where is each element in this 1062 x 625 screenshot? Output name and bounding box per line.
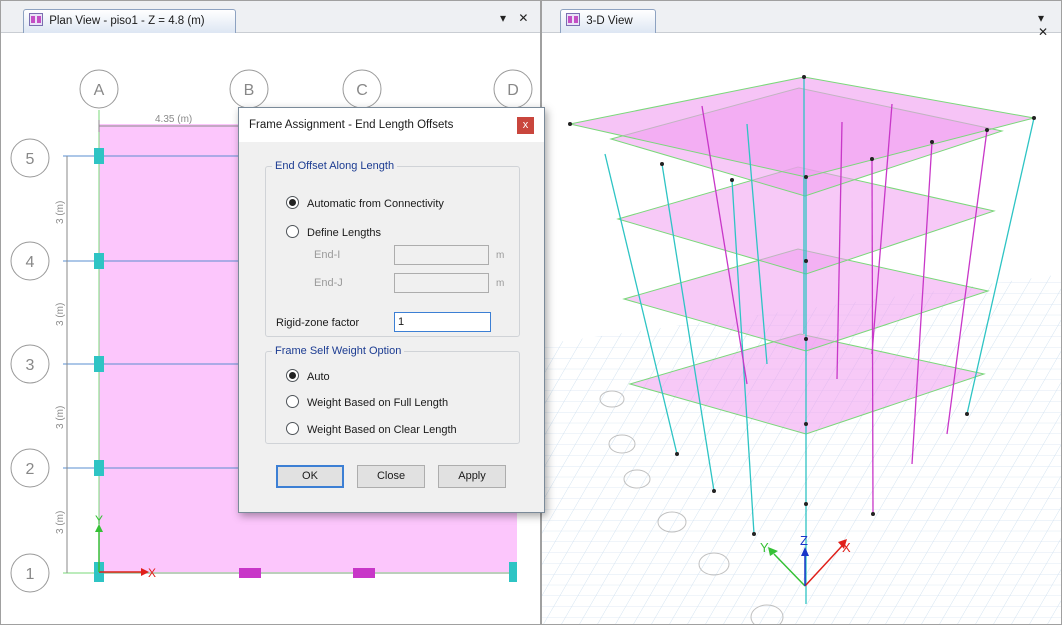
column xyxy=(509,562,517,582)
chevron-down-icon[interactable]: ▾ xyxy=(1038,11,1044,25)
apply-button[interactable]: Apply xyxy=(438,465,506,488)
3d-view-tab-title: 3-D View xyxy=(586,15,633,27)
end-j-label: End-J xyxy=(314,277,343,289)
close-button[interactable]: Close xyxy=(357,465,425,488)
dimension-label-y-3: 3 (m) xyxy=(55,406,66,429)
plan-axis-x-label: X xyxy=(148,566,156,580)
3d-view-pane[interactable]: 3-D View ▾ ✕ X Y Z xyxy=(541,0,1062,625)
svg-text:2: 2 xyxy=(26,461,35,478)
plan-view-window-controls: ▾ ✕ xyxy=(491,11,528,25)
beam xyxy=(353,568,375,578)
rigid-zone-factor-label: Rigid-zone factor xyxy=(276,317,360,329)
grid-bubble-2[interactable]: 2 xyxy=(10,448,50,488)
end-offset-group: End Offset Along Length Automatic from C… xyxy=(265,160,520,337)
slab-level-5 xyxy=(569,76,1035,178)
svg-text:5: 5 xyxy=(26,151,35,168)
radio-weight-auto[interactable]: Auto xyxy=(286,369,330,385)
radio-label: Automatic from Connectivity xyxy=(307,198,444,210)
dialog-close-button[interactable]: x xyxy=(517,117,534,134)
close-icon[interactable]: ✕ xyxy=(518,11,528,25)
dialog-title-bar[interactable]: Frame Assignment - End Length Offsets x xyxy=(239,108,544,142)
svg-text:A: A xyxy=(94,82,105,99)
beam xyxy=(239,568,261,578)
3d-axis-z-label: Z xyxy=(800,533,808,548)
3d-axis-x-label: X xyxy=(842,540,851,555)
radio-indicator[interactable] xyxy=(286,395,299,408)
chevron-down-icon[interactable]: ▾ xyxy=(500,11,506,25)
radio-indicator[interactable] xyxy=(286,196,299,209)
plan-axis-y-label: Y xyxy=(95,513,103,527)
radio-indicator[interactable] xyxy=(286,225,299,238)
grid-bubble-1[interactable]: 1 xyxy=(10,553,50,593)
radio-indicator[interactable] xyxy=(286,369,299,382)
radio-label: Weight Based on Clear Length xyxy=(307,424,457,436)
plan-view-tab[interactable]: Plan View - piso1 - Z = 4.8 (m) xyxy=(23,9,236,33)
plan-view-tabbar: Plan View - piso1 - Z = 4.8 (m) ▾ ✕ xyxy=(1,1,540,33)
grid-bubble-5[interactable]: 5 xyxy=(10,138,50,178)
ok-button[interactable]: OK xyxy=(276,465,344,488)
column xyxy=(94,253,104,269)
svg-text:B: B xyxy=(244,82,255,99)
3d-view-icon xyxy=(566,13,580,26)
radio-automatic-from-connectivity[interactable]: Automatic from Connectivity xyxy=(286,196,444,212)
3d-axis-y-label: Y xyxy=(760,540,769,555)
plan-view-icon xyxy=(29,13,43,26)
end-i-unit: m xyxy=(496,250,505,261)
3d-view-tabbar: 3-D View ▾ ✕ xyxy=(542,1,1061,39)
3d-view-tab[interactable]: 3-D View xyxy=(560,9,656,33)
svg-text:3: 3 xyxy=(26,357,35,374)
svg-text:1: 1 xyxy=(26,566,35,583)
svg-text:4: 4 xyxy=(26,254,35,271)
end-j-unit: m xyxy=(496,278,505,289)
dimension-label-y-4: 3 (m) xyxy=(55,511,66,534)
end-i-label: End-I xyxy=(314,249,341,261)
end-j-field[interactable] xyxy=(394,273,489,293)
column xyxy=(94,356,104,372)
dimension-label-y-1: 3 (m) xyxy=(55,201,66,224)
svg-text:D: D xyxy=(507,82,519,99)
grid-bubble-d[interactable]: D xyxy=(493,69,533,109)
end-i-field[interactable] xyxy=(394,245,489,265)
radio-weight-clear-length[interactable]: Weight Based on Clear Length xyxy=(286,422,457,438)
grid-bubble-b[interactable]: B xyxy=(229,69,269,109)
svg-text:C: C xyxy=(356,82,368,99)
radio-label: Define Lengths xyxy=(307,227,381,239)
column xyxy=(94,460,104,476)
rigid-zone-factor-field[interactable]: 1 xyxy=(394,312,491,332)
dialog-title: Frame Assignment - End Length Offsets xyxy=(249,119,454,131)
end-offset-legend: End Offset Along Length xyxy=(275,160,395,172)
radio-weight-full-length[interactable]: Weight Based on Full Length xyxy=(286,395,448,411)
plan-view-tab-title: Plan View - piso1 - Z = 4.8 (m) xyxy=(49,15,205,27)
radio-indicator[interactable] xyxy=(286,422,299,435)
grid-bubble-a[interactable]: A xyxy=(79,69,119,109)
3d-view-canvas[interactable]: X Y Z xyxy=(542,34,1062,625)
grid-bubble-3[interactable]: 3 xyxy=(10,344,50,384)
column xyxy=(94,148,104,164)
grid-bubble-4[interactable]: 4 xyxy=(10,241,50,281)
dimension-label-y-2: 3 (m) xyxy=(55,303,66,326)
grid-bubble-c[interactable]: C xyxy=(342,69,382,109)
radio-define-lengths[interactable]: Define Lengths xyxy=(286,225,381,241)
self-weight-group: Frame Self Weight Option Auto Weight Bas… xyxy=(265,345,520,444)
dimension-label-x: 4.35 (m) xyxy=(155,114,192,125)
radio-label: Auto xyxy=(307,371,330,383)
frame-assignment-dialog[interactable]: Frame Assignment - End Length Offsets x … xyxy=(238,107,545,513)
radio-label: Weight Based on Full Length xyxy=(307,397,449,409)
self-weight-legend: Frame Self Weight Option xyxy=(275,345,402,357)
